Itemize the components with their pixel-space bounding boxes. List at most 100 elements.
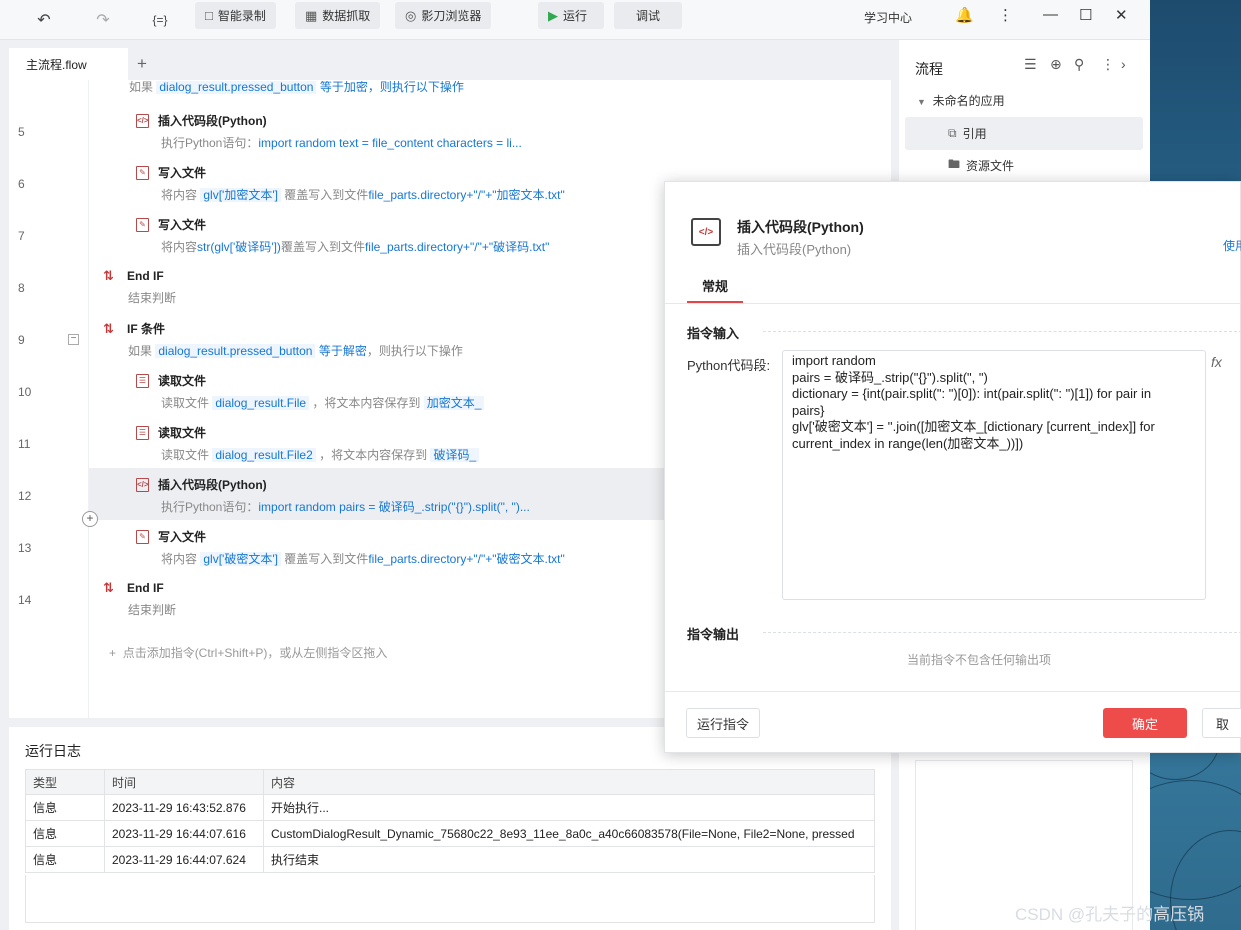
caret-down-icon: ▼: [917, 97, 926, 107]
close-icon[interactable]: ✕: [1115, 6, 1128, 24]
step-desc-rest: 等于加密，则执行以下操作: [319, 81, 464, 94]
step-read-file-11[interactable]: ☰ 读取文件 读取文件 dialog_result.File2 ，将文本内容保存到…: [136, 424, 480, 463]
bell-icon[interactable]: 🔔: [955, 6, 974, 24]
step-end-if-14[interactable]: ⇅ End IF 结束判断: [103, 580, 176, 618]
more-icon[interactable]: ⋮: [1101, 56, 1115, 73]
tab-general[interactable]: 常规: [687, 276, 743, 303]
step-end-if-8[interactable]: ⇅ End IF 结束判断: [103, 268, 176, 306]
search-icon[interactable]: ⚲: [1074, 56, 1084, 73]
write-file-icon: ✎: [136, 165, 149, 180]
tab-main-flow[interactable]: 主流程.flow: [9, 48, 128, 80]
log-table: 类型 时间 内容 信息 2023-11-29 16:43:52.876 开始执行…: [25, 769, 875, 873]
step-read-file-10[interactable]: ☰ 读取文件 读取文件 dialog_result.File ，将文本内容保存到 …: [136, 372, 485, 411]
maximize-icon[interactable]: ☐: [1079, 6, 1092, 24]
tree-root-label: 未命名的应用: [932, 94, 1005, 108]
tree-item-reference[interactable]: ⧉ 引用: [905, 117, 1143, 150]
data-capture-button[interactable]: ▦ 数据抓取: [295, 2, 381, 29]
step-title: 写入文件: [158, 166, 207, 180]
step-desc-prefix: 读取文件: [161, 396, 210, 410]
log-content: 执行结束: [263, 846, 875, 873]
variable-chip: str(glv['破译码']): [197, 240, 281, 254]
log-type: 信息: [25, 820, 105, 847]
step-desc: 结束判断: [128, 603, 177, 617]
line-number: 9: [18, 333, 25, 347]
step-desc-tail: ，则执行以下操作: [366, 344, 463, 358]
code-line: dictionary = {int(pair.split(": ")[0]): …: [792, 386, 1152, 401]
confirm-button[interactable]: 确定: [1103, 708, 1187, 738]
tab-label: 主流程.flow: [26, 57, 87, 72]
insert-step-plus-icon[interactable]: +: [82, 511, 98, 527]
log-row[interactable]: 信息 2023-11-29 16:44:07.616 CustomDialogR…: [25, 820, 875, 847]
cancel-button[interactable]: 取: [1202, 708, 1241, 738]
redo-icon[interactable]: ↷: [89, 6, 117, 34]
undo-icon[interactable]: ↶: [30, 6, 58, 34]
smart-record-button[interactable]: □ 智能录制: [195, 2, 276, 29]
step-insert-python-5[interactable]: </> 插入代码段(Python) 执行Python语句：import rando…: [136, 112, 522, 151]
run-instruction-button[interactable]: 运行指令: [686, 708, 760, 738]
code-line: pairs}: [792, 402, 825, 418]
log-time: 2023-11-29 16:44:07.624: [104, 846, 264, 873]
help-link[interactable]: 使用: [1223, 237, 1241, 254]
run-button[interactable]: ▶ 运行: [538, 2, 604, 29]
more-icon[interactable]: ⋮: [998, 6, 1013, 24]
plus-icon: +: [109, 646, 117, 660]
line-number: 8: [18, 281, 25, 295]
code-line: import random: [792, 353, 876, 368]
line-number: 14: [18, 593, 32, 607]
log-row[interactable]: 信息 2023-11-29 16:44:07.624 执行结束: [25, 846, 875, 873]
section-input-title: 指令输入: [687, 326, 740, 341]
log-content: CustomDialogResult_Dynamic_75680c22_8e93…: [263, 820, 875, 847]
variable-chip: dialog_result.File2: [212, 448, 316, 462]
step-title: 读取文件: [158, 426, 207, 440]
step-write-file-13[interactable]: ✎ 写入文件 将内容 glv['破密文本'] 覆盖写入到文件file_parts.…: [136, 528, 565, 567]
step-desc-prefix: 将内容: [161, 552, 198, 566]
variable-chip: dialog_result.pressed_button: [156, 81, 317, 94]
log-content: 开始执行...: [263, 794, 875, 821]
add-flow-icon[interactable]: ⊕: [1050, 56, 1062, 73]
chevron-right-icon[interactable]: ›: [1121, 56, 1126, 72]
variable-chip: 加密文本_: [423, 396, 485, 410]
video-icon: □: [205, 8, 213, 23]
step-write-file-7[interactable]: ✎ 写入文件 将内容str(glv['破译码'])覆盖写入到文件file_part…: [136, 216, 549, 255]
learning-center-link[interactable]: 学习中心: [864, 9, 912, 26]
log-row[interactable]: 信息 2023-11-29 16:43:52.876 开始执行...: [25, 794, 875, 821]
dialog-subtitle: 插入代码段(Python): [737, 242, 852, 257]
code-line: glv['破密文本'] = ''.join([加密文本_[dictionary …: [792, 419, 1155, 434]
run-log-panel: 运行日志 类型 时间 内容 信息 2023-11-29 16:43:52.876…: [9, 727, 891, 930]
line-number: 5: [18, 125, 25, 139]
step-title: 插入代码段(Python): [158, 114, 267, 128]
insert-python-dialog: </> 插入代码段(Python) 插入代码段(Python) 使用 常规 指令…: [664, 181, 1241, 753]
browser-button[interactable]: ◎ 影刀浏览器: [395, 2, 492, 29]
minimize-icon[interactable]: —: [1043, 6, 1058, 23]
log-type: 信息: [25, 846, 105, 873]
step-write-file-6[interactable]: ✎ 写入文件 将内容 glv['加密文本'] 覆盖写入到文件file_parts.…: [136, 164, 565, 203]
step-code: import random pairs = 破译码_.strip("{}").s…: [258, 500, 530, 514]
step-desc-prefix: 读取文件: [161, 448, 210, 462]
code-line: current_index in range(len(加密文本_))]): [792, 435, 1024, 451]
fx-icon[interactable]: fx: [1211, 354, 1222, 370]
code-line: pairs = 破译码_.strip("{}").split(", "): [792, 369, 988, 385]
smart-record-label: 智能录制: [217, 9, 266, 23]
log-time: 2023-11-29 16:43:52.876: [104, 794, 264, 821]
col-type: 类型: [25, 769, 105, 795]
step-title: 插入代码段(Python): [158, 478, 267, 492]
step-title: End IF: [127, 269, 164, 283]
variables-button[interactable]: {=}: [146, 6, 174, 34]
fold-toggle[interactable]: −: [68, 334, 79, 345]
step-cut[interactable]: 如果 dialog_result.pressed_button 等于加密，则执行…: [129, 81, 464, 95]
watermark: CSDN @孔夫子的高压锅: [1015, 905, 1205, 924]
step-title: 写入文件: [158, 530, 207, 544]
step-insert-python-12[interactable]: </> 插入代码段(Python) 执行Python语句：import rando…: [136, 476, 530, 515]
layers-icon[interactable]: ☰: [1024, 56, 1037, 73]
variables-label: {=}: [152, 13, 168, 27]
python-code-editor[interactable]: import random pairs = 破译码_.strip("{}").s…: [782, 350, 1206, 600]
debug-button[interactable]: 调试: [614, 2, 682, 29]
table-icon: ▦: [305, 7, 318, 23]
add-instruction-hint[interactable]: + 点击添加指令(Ctrl+Shift+P)，或从左侧指令区拖入: [109, 644, 387, 661]
step-if-condition-9[interactable]: ⇅ IF 条件 如果 dialog_result.pressed_button 等…: [103, 320, 463, 359]
add-hint-text: 点击添加指令(Ctrl+Shift+P)，或从左侧指令区拖入: [122, 646, 388, 660]
tree-item-resources[interactable]: 🖿 资源文件: [905, 149, 1143, 182]
step-desc: 结束判断: [128, 291, 177, 305]
tree-root[interactable]: ▼ 未命名的应用: [917, 92, 1005, 109]
add-tab-icon[interactable]: +: [137, 54, 147, 74]
